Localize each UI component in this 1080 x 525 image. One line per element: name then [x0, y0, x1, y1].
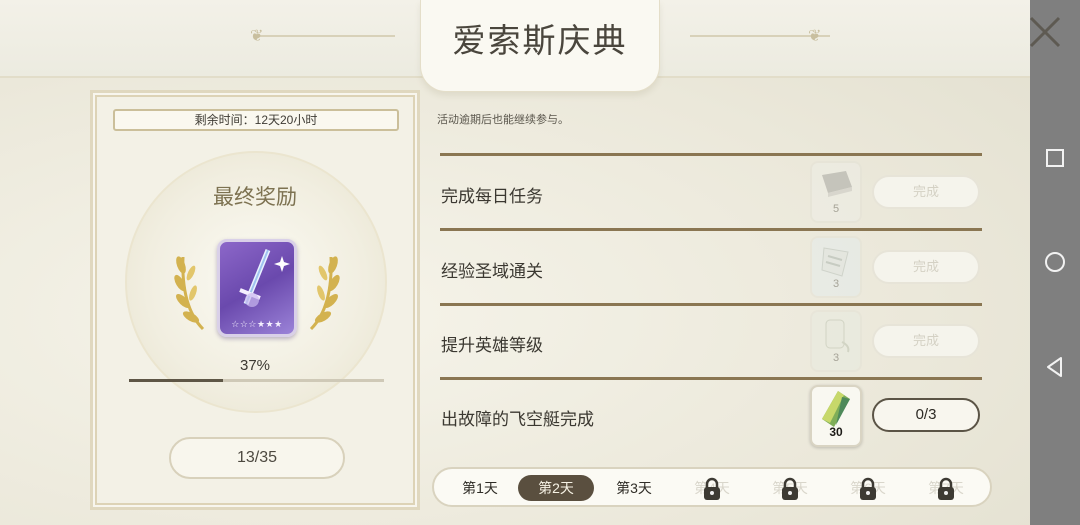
- back-icon[interactable]: [1043, 355, 1067, 379]
- task-divider: [440, 377, 982, 380]
- card-rarity-stars: ☆☆☆★★★: [231, 319, 283, 329]
- completion-count: 13/35: [169, 437, 345, 479]
- tab-label: 第3天: [616, 480, 652, 496]
- close-button[interactable]: [1022, 12, 1068, 58]
- laurel-left-icon: [174, 256, 205, 331]
- task-reward-item[interactable]: 3: [810, 310, 862, 372]
- tab-day-5[interactable]: 第5天: [752, 475, 828, 501]
- event-note: 活动逾期后也能继续参与。: [437, 114, 569, 126]
- task-label: 出故障的飞空艇完成: [441, 410, 594, 429]
- task-progress-button[interactable]: 0/3: [872, 398, 980, 432]
- tab-label: 第2天: [538, 480, 574, 496]
- tab-day-1[interactable]: 第1天: [442, 475, 518, 501]
- rolled-scroll-icon: [825, 319, 850, 353]
- lock-icon: [860, 477, 876, 500]
- close-icon: [1029, 16, 1061, 48]
- sword-icon: [239, 249, 290, 307]
- scroll-icon: [821, 247, 849, 277]
- final-reward-panel: 剩余时间：12天20小时 最终奖励 ☆☆☆★★★ 37% 13/35: [90, 90, 420, 510]
- task-label: 完成每日任务: [441, 187, 543, 206]
- reward-quantity: 3: [832, 352, 840, 364]
- task-divider: [440, 153, 982, 156]
- task-status-button[interactable]: 完成: [872, 175, 980, 209]
- task-divider: [440, 303, 982, 306]
- time-remaining: 剩余时间：12天20小时: [113, 109, 399, 131]
- task-reward-item[interactable]: 5: [810, 161, 862, 223]
- task-divider: [440, 228, 982, 231]
- progress-bar-fill: [129, 379, 224, 382]
- event-screen: ❦ ❦ 爱索斯庆典 剩余时间：12天20小时 最终奖励 ☆☆☆★★★ 37% 1…: [0, 0, 1030, 525]
- home-icon[interactable]: [1043, 250, 1067, 274]
- tab-day-7[interactable]: 第7天: [908, 475, 984, 501]
- recent-apps-icon[interactable]: [1043, 146, 1067, 170]
- final-reward-label: 最终奖励: [213, 185, 297, 209]
- ornament-icon: ❦: [808, 28, 822, 45]
- tab-day-3[interactable]: 第3天: [596, 475, 672, 501]
- task-status-button[interactable]: 完成: [872, 250, 980, 284]
- tab-day-6[interactable]: 第6天: [830, 475, 906, 501]
- page-title: 爱索斯庆典: [452, 21, 628, 60]
- progress-percent: 37%: [239, 357, 271, 374]
- final-reward-card[interactable]: ☆☆☆★★★: [217, 239, 297, 337]
- lock-icon: [938, 477, 954, 500]
- progress-bar: [129, 379, 384, 382]
- tab-label: 第1天: [462, 480, 498, 496]
- tab-day-4[interactable]: 第4天: [674, 475, 750, 501]
- reward-quantity: 5: [832, 203, 840, 215]
- book-icon: [822, 171, 852, 197]
- reward-quantity: 30: [829, 425, 843, 439]
- lock-icon: [704, 477, 720, 500]
- tab-day-2[interactable]: 第2天: [518, 475, 594, 501]
- task-label: 提升英雄等级: [441, 336, 543, 355]
- task-status-button[interactable]: 完成: [872, 324, 980, 358]
- lock-icon: [782, 477, 798, 500]
- ornament-icon: ❦: [250, 28, 264, 45]
- day-tab-bar: 第1天 第2天 第3天 第4天 第5天 第6天 第7天: [432, 467, 992, 507]
- reward-quantity: 3: [832, 278, 840, 290]
- system-nav-bar: [1030, 0, 1080, 525]
- laurel-right-icon: [309, 256, 340, 331]
- task-reward-item[interactable]: 30: [810, 385, 862, 447]
- task-reward-item[interactable]: 3: [810, 236, 862, 298]
- task-label: 经验圣域通关: [441, 262, 543, 281]
- header-decoration-left: [255, 35, 395, 37]
